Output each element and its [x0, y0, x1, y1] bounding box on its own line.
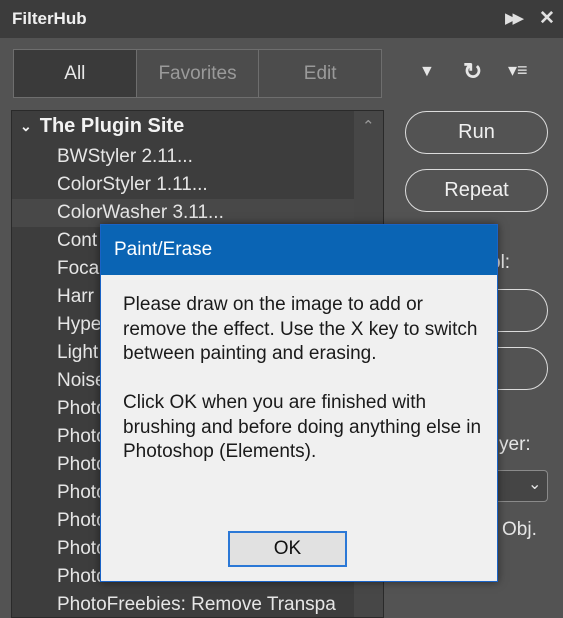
paint-erase-dialog: Paint/Erase Please draw on the image to … [100, 224, 498, 582]
dropdown-icon[interactable]: ▼ [419, 63, 435, 81]
collapse-panel-icon[interactable]: ▶▶ [505, 9, 524, 27]
repeat-button[interactable]: Repeat [405, 169, 548, 212]
dialog-title: Paint/Erase [101, 225, 497, 275]
side-label-obj: Obj. [502, 519, 537, 540]
list-item[interactable]: ColorStyler 1.11... [57, 171, 357, 199]
filter-tabs: All Favorites Edit [13, 49, 383, 98]
menu-icon[interactable]: ▾≡ [508, 60, 528, 81]
chevron-down-icon: ⌄ [528, 476, 542, 493]
tab-edit[interactable]: Edit [259, 49, 383, 98]
reset-icon[interactable]: ↻ [463, 58, 482, 85]
chevron-down-icon: ⌄ [20, 118, 32, 134]
list-item[interactable]: PhotoFreebies: Remove Transpa [57, 591, 357, 617]
close-icon[interactable]: ✕ [539, 7, 555, 30]
chevron-up-icon[interactable]: ⌃ [362, 117, 375, 135]
ok-button[interactable]: OK [228, 531, 347, 567]
side-label-yer: yer: [499, 434, 531, 455]
dialog-paragraph-2: Click OK when you are finished with brus… [123, 392, 482, 462]
run-button[interactable]: Run [405, 111, 548, 154]
dialog-paragraph-1: Please draw on the image to add or remov… [123, 294, 478, 364]
list-item[interactable]: BWStyler 2.11... [57, 143, 357, 171]
list-item-selected[interactable]: ColorWasher 3.11... [12, 199, 355, 227]
group-label: The Plugin Site [39, 115, 185, 137]
panel-title: FilterHub [12, 9, 87, 28]
tab-favorites[interactable]: Favorites [136, 49, 260, 98]
dialog-message: Please draw on the image to add or remov… [123, 293, 483, 465]
tab-all[interactable]: All [13, 49, 137, 98]
panel-titlebar: FilterHub ▶▶ ✕ [0, 0, 563, 38]
group-header[interactable]: ⌄ The Plugin Site [20, 115, 184, 138]
